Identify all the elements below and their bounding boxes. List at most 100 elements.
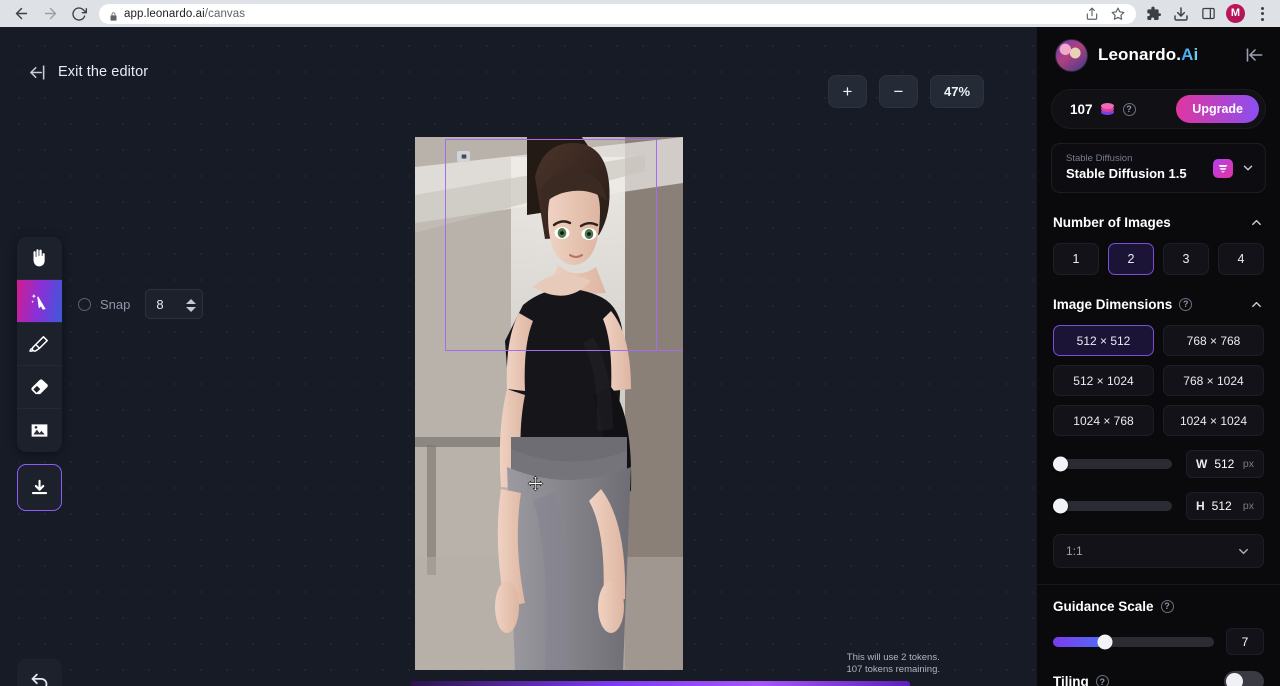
dimension-option-768x768[interactable]: 768 × 768 <box>1163 325 1264 356</box>
guidance-scale-value[interactable]: 7 <box>1226 628 1264 655</box>
tiling-row: Tiling ? <box>1037 671 1280 686</box>
upgrade-button[interactable]: Upgrade <box>1176 95 1259 123</box>
number-of-images-options: 1 2 3 4 <box>1037 243 1280 275</box>
download-tool-button[interactable] <box>17 464 62 511</box>
back-arrow-icon[interactable] <box>8 1 34 27</box>
guidance-scale-title: Guidance Scale <box>1053 599 1154 614</box>
profile-avatar[interactable]: M <box>1226 4 1245 23</box>
browser-extension-icons: M <box>1145 4 1272 23</box>
dimension-option-512x1024[interactable]: 512 × 1024 <box>1053 365 1154 396</box>
url-text: app.leonardo.ai/canvas <box>124 8 245 20</box>
aspect-ratio-value: 1:1 <box>1066 544 1083 558</box>
width-label: W <box>1196 457 1207 471</box>
width-slider-knob[interactable] <box>1053 457 1068 472</box>
model-badge-icon <box>1213 159 1233 178</box>
share-icon[interactable] <box>1083 5 1101 23</box>
chevron-up-icon[interactable] <box>1249 297 1264 312</box>
width-slider-row: W 512 px <box>1037 450 1280 478</box>
collapse-panel-icon[interactable] <box>1244 45 1266 65</box>
width-value: 512 <box>1214 457 1234 471</box>
chevron-down-icon[interactable] <box>1236 544 1251 559</box>
exit-arrow-icon <box>26 62 46 82</box>
width-slider[interactable] <box>1053 459 1172 469</box>
side-panel-icon[interactable] <box>1199 5 1217 23</box>
lock-icon <box>109 9 117 19</box>
chevron-up-icon[interactable] <box>1249 215 1264 230</box>
image-dimensions-title: Image Dimensions <box>1053 297 1172 312</box>
guidance-scale-header: Guidance Scale ? <box>1037 591 1280 621</box>
tiling-toggle[interactable] <box>1224 671 1264 686</box>
aspect-ratio-select[interactable]: 1:1 <box>1053 534 1264 568</box>
image-tool[interactable] <box>17 409 62 452</box>
height-unit: px <box>1243 500 1254 512</box>
zoom-level-display[interactable]: 47% <box>930 75 984 108</box>
browser-toolbar: app.leonardo.ai/canvas M <box>0 0 1280 27</box>
height-slider[interactable] <box>1053 501 1172 511</box>
image-count-option-3[interactable]: 3 <box>1163 243 1209 275</box>
download-icon[interactable] <box>1172 5 1190 23</box>
model-name: Stable Diffusion 1.5 <box>1066 166 1205 182</box>
selection-handle-badge[interactable] <box>457 151 470 162</box>
snap-toggle[interactable] <box>78 298 91 311</box>
height-slider-knob[interactable] <box>1053 499 1068 514</box>
puzzle-icon[interactable] <box>1145 5 1163 23</box>
image-dimensions-options: 512 × 512 768 × 768 512 × 1024 768 × 102… <box>1037 325 1280 436</box>
token-coin-icon <box>1101 103 1115 115</box>
height-value: 512 <box>1212 499 1232 513</box>
zoom-out-button[interactable]: − <box>879 75 918 108</box>
width-unit: px <box>1243 458 1254 470</box>
canvas-area[interactable]: Exit the editor + − 47% <box>0 27 1036 686</box>
image-dimensions-help-icon[interactable]: ? <box>1179 298 1192 311</box>
eraser-tool[interactable] <box>17 366 62 409</box>
snap-control: Snap 8 <box>78 289 203 319</box>
height-label: H <box>1196 499 1205 513</box>
height-field[interactable]: H 512 px <box>1186 492 1264 520</box>
dimension-option-1024x1024[interactable]: 1024 × 1024 <box>1163 405 1264 436</box>
image-count-option-1[interactable]: 1 <box>1053 243 1099 275</box>
guidance-scale-slider[interactable] <box>1053 637 1214 647</box>
dimension-option-768x1024[interactable]: 768 × 1024 <box>1163 365 1264 396</box>
model-chevron-down-icon[interactable] <box>1241 161 1255 175</box>
app-shell: Exit the editor + − 47% <box>0 27 1280 686</box>
sidebar-divider <box>1037 584 1280 585</box>
selection-guide-line <box>445 350 683 351</box>
move-cursor-icon <box>527 475 544 492</box>
image-dimensions-header[interactable]: Image Dimensions ? <box>1037 289 1280 319</box>
reload-icon[interactable] <box>66 1 92 27</box>
model-category: Stable Diffusion <box>1066 154 1205 164</box>
image-count-option-4[interactable]: 4 <box>1218 243 1264 275</box>
width-field[interactable]: W 512 px <box>1186 450 1264 478</box>
brand-suffix: Ai <box>1181 45 1198 64</box>
star-icon[interactable] <box>1109 5 1127 23</box>
exit-editor-button[interactable]: Exit the editor <box>26 59 148 85</box>
number-of-images-header[interactable]: Number of Images <box>1037 207 1280 237</box>
guidance-scale-knob[interactable] <box>1097 634 1112 649</box>
snap-input[interactable]: 8 <box>145 289 203 319</box>
canvas-image[interactable] <box>415 137 683 670</box>
paint-brush-tool[interactable] <box>17 323 62 366</box>
zoom-in-button[interactable]: + <box>828 75 867 108</box>
credits-help-icon[interactable]: ? <box>1123 103 1136 116</box>
guidance-scale-help-icon[interactable]: ? <box>1161 600 1174 613</box>
kebab-menu-icon[interactable] <box>1254 5 1270 23</box>
token-usage-line1: This will use 2 tokens. <box>847 652 940 664</box>
tiling-help-icon[interactable]: ? <box>1096 675 1109 686</box>
brand-name: Leonardo.Ai <box>1098 45 1198 65</box>
address-bar[interactable]: app.leonardo.ai/canvas <box>99 4 1136 24</box>
hand-tool[interactable] <box>17 237 62 280</box>
undo-button[interactable] <box>17 659 62 686</box>
token-count: 107 <box>1070 102 1093 117</box>
dimension-option-1024x768[interactable]: 1024 × 768 <box>1053 405 1154 436</box>
snap-value: 8 <box>146 297 163 312</box>
magic-select-tool[interactable] <box>17 280 62 323</box>
forward-arrow-icon[interactable] <box>37 1 63 27</box>
token-usage-line2: 107 tokens remaining. <box>847 664 940 676</box>
dimension-option-512x512[interactable]: 512 × 512 <box>1053 325 1154 356</box>
model-selector[interactable]: Stable Diffusion Stable Diffusion 1.5 <box>1051 143 1266 193</box>
generate-bar[interactable] <box>410 681 910 686</box>
snap-stepper[interactable] <box>184 292 198 318</box>
sidebar-header: Leonardo.Ai <box>1037 27 1280 83</box>
snap-label: Snap <box>100 297 130 312</box>
leonardo-logo-avatar <box>1055 39 1088 72</box>
image-count-option-2[interactable]: 2 <box>1108 243 1154 275</box>
